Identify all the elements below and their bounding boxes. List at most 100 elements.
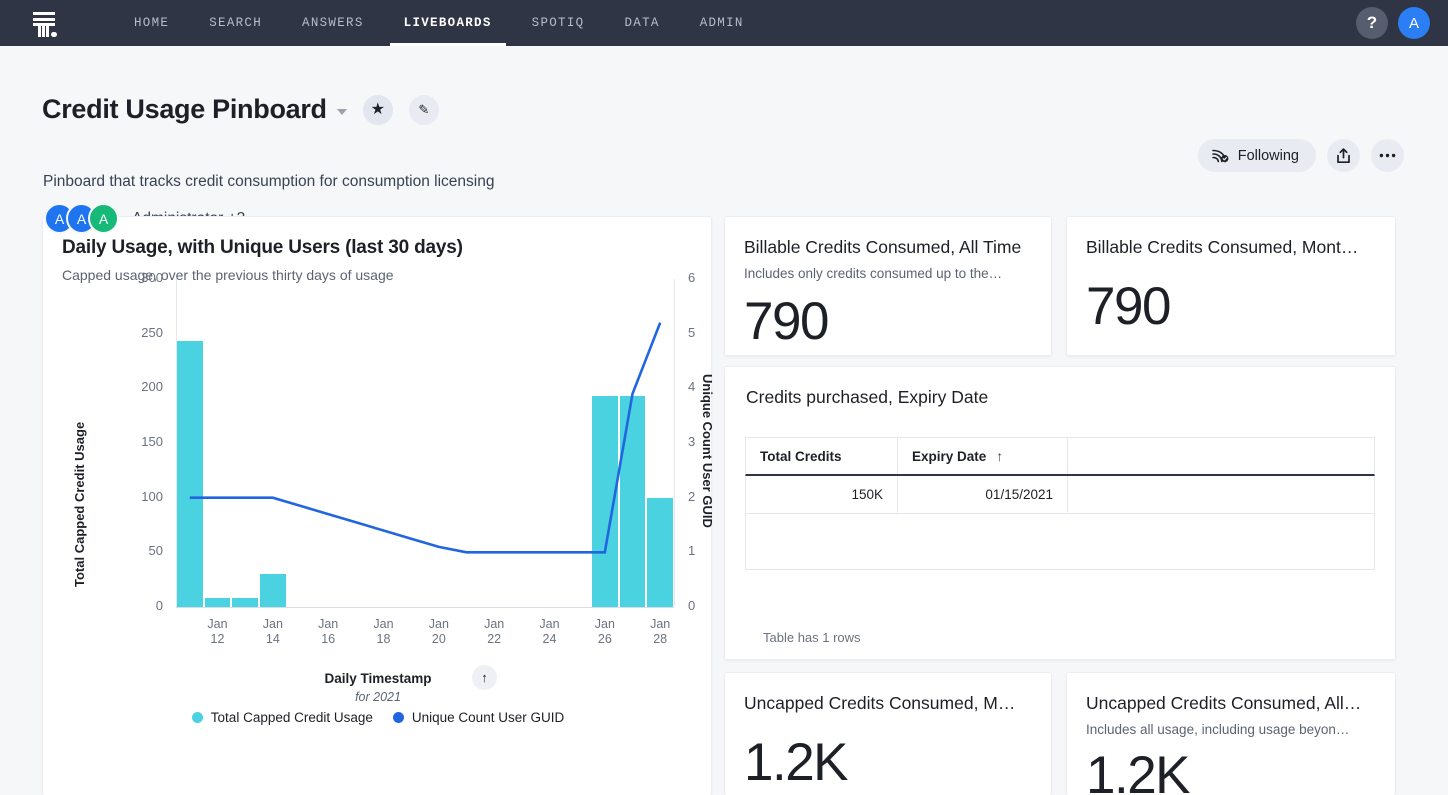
title-row: Credit Usage Pinboard ★ ✎ <box>42 94 439 125</box>
right-axis-tick: 6 <box>688 270 712 285</box>
nav-item-spotiq[interactable]: SPOTIQ <box>512 0 605 46</box>
left-axis-tick: 200 <box>101 379 163 394</box>
column-header-total-credits[interactable]: Total Credits <box>746 438 898 474</box>
chart-card-title: Daily Usage, with Unique Users (last 30 … <box>62 237 711 259</box>
left-axis-tick: 50 <box>101 543 163 558</box>
app-root: HOMESEARCHANSWERSLIVEBOARDSSPOTIQDATAADM… <box>0 0 1448 795</box>
more-options-button[interactable] <box>1371 139 1404 172</box>
bar[interactable] <box>620 396 646 607</box>
user-avatar[interactable]: A <box>1398 7 1430 39</box>
chart-legend: Total Capped Credit Usage Unique Count Us… <box>43 710 713 725</box>
column-header-empty[interactable] <box>1068 438 1374 474</box>
left-axis-tick: 100 <box>101 489 163 504</box>
left-axis-title: Total Capped Credit Usage <box>72 422 87 587</box>
kpi-card-value: 1.2K <box>1086 749 1395 795</box>
liveboard-header: Credit Usage Pinboard ★ ✎ Pinboard that … <box>0 46 1448 214</box>
legend-label: Unique Count User GUID <box>412 710 564 725</box>
chevron-down-icon[interactable] <box>337 109 347 115</box>
help-button[interactable]: ? <box>1356 7 1388 39</box>
right-axis-tick: 1 <box>688 543 712 558</box>
legend-label: Total Capped Credit Usage <box>211 710 373 725</box>
bar[interactable] <box>232 598 258 607</box>
kpi-card-value: 790 <box>744 295 1051 348</box>
nav-item-search[interactable]: SEARCH <box>189 0 282 46</box>
share-icon <box>1336 148 1351 164</box>
x-axis-tick: Jan14 <box>251 617 295 647</box>
left-axis-tick: 250 <box>101 325 163 340</box>
x-axis-tick: Jan26 <box>583 617 627 647</box>
kpi-card-billable-all-time[interactable]: Billable Credits Consumed, All Time Incl… <box>724 216 1052 356</box>
right-axis-title: Unique Count User GUID <box>700 374 715 528</box>
nav-item-data[interactable]: DATA <box>604 0 679 46</box>
following-icon <box>1212 148 1229 163</box>
favorite-button[interactable]: ★ <box>363 95 393 125</box>
x-axis-tick-month: Jan <box>251 617 295 632</box>
table-empty-area <box>745 514 1375 570</box>
header-actions: Following <box>1198 139 1404 172</box>
star-icon: ★ <box>371 102 385 118</box>
right-axis-tick: 5 <box>688 325 712 340</box>
x-axis-sort-button[interactable]: ↑ <box>472 665 497 690</box>
x-axis-tick: Jan12 <box>196 617 240 647</box>
chart-plot-area: 050100150200250300 0123456 Total Capped … <box>43 279 713 795</box>
share-button[interactable] <box>1327 139 1360 172</box>
nav-item-home[interactable]: HOME <box>114 0 189 46</box>
bar[interactable] <box>260 574 286 607</box>
x-axis-tick-day: 20 <box>417 632 461 647</box>
column-header-expiry-date[interactable]: Expiry Date ↑ <box>898 438 1068 474</box>
x-axis-line <box>176 607 674 608</box>
x-axis-tick-month: Jan <box>417 617 461 632</box>
x-axis-tick-day: 22 <box>472 632 516 647</box>
table-header-row: Total Credits Expiry Date ↑ <box>745 437 1375 476</box>
cell-empty <box>1068 476 1374 513</box>
legend-item[interactable]: Unique Count User GUID <box>393 710 564 725</box>
nav-item-answers[interactable]: ANSWERS <box>282 0 384 46</box>
thoughtspot-logo[interactable] <box>18 0 70 46</box>
top-navigation-bar: HOMESEARCHANSWERSLIVEBOARDSSPOTIQDATAADM… <box>0 0 1448 46</box>
bar[interactable] <box>177 341 203 607</box>
line-path <box>190 323 660 553</box>
avatar[interactable]: A <box>88 203 119 234</box>
x-axis-tick-day: 12 <box>196 632 240 647</box>
kpi-card-title: Uncapped Credits Consumed, M… <box>744 693 1051 714</box>
nav-right-actions: ? A <box>1356 0 1430 46</box>
left-axis-line <box>176 279 177 607</box>
left-axis-tick: 150 <box>101 434 163 449</box>
nav-item-admin[interactable]: ADMIN <box>680 0 764 46</box>
right-axis-line <box>674 279 675 607</box>
x-axis-tick-month: Jan <box>638 617 682 632</box>
legend-item[interactable]: Total Capped Credit Usage <box>192 710 373 725</box>
x-axis-tick-month: Jan <box>472 617 516 632</box>
nav-item-liveboards[interactable]: LIVEBOARDS <box>384 0 512 46</box>
kpi-card-title: Billable Credits Consumed, Mont… <box>1086 237 1395 258</box>
table-card-title: Credits purchased, Expiry Date <box>746 387 1395 408</box>
table-row-count: Table has 1 rows <box>763 630 861 645</box>
kpi-card-billable-monthly[interactable]: Billable Credits Consumed, Mont… 790 <box>1066 216 1396 356</box>
bar[interactable] <box>592 396 618 607</box>
x-axis-tick-month: Jan <box>196 617 240 632</box>
x-axis-tick-day: 26 <box>583 632 627 647</box>
chart-card-daily-usage[interactable]: Daily Usage, with Unique Users (last 30 … <box>42 216 712 795</box>
more-horizontal-icon <box>1379 153 1396 158</box>
x-axis-tick: Jan20 <box>417 617 461 647</box>
following-label: Following <box>1238 148 1299 164</box>
edit-button[interactable]: ✎ <box>409 95 439 125</box>
x-axis-tick-month: Jan <box>528 617 572 632</box>
kpi-card-uncapped-monthly[interactable]: Uncapped Credits Consumed, M… 1.2K <box>724 672 1052 795</box>
cell-expiry-date: 01/15/2021 <box>898 476 1068 513</box>
kpi-card-value: 790 <box>1086 280 1395 333</box>
x-axis-tick: Jan22 <box>472 617 516 647</box>
following-button[interactable]: Following <box>1198 139 1316 172</box>
kpi-card-uncapped-all-time[interactable]: Uncapped Credits Consumed, All… Includes… <box>1066 672 1396 795</box>
left-axis-tick: 300 <box>101 270 163 285</box>
bar[interactable] <box>647 498 673 607</box>
kpi-card-value: 1.2K <box>744 736 1051 789</box>
x-axis-tick-day: 28 <box>638 632 682 647</box>
table-card-credits-purchased[interactable]: Credits purchased, Expiry Date Total Cre… <box>724 366 1396 660</box>
x-axis-tick-month: Jan <box>583 617 627 632</box>
x-axis-tick-month: Jan <box>362 617 406 632</box>
page-description: Pinboard that tracks credit consumption … <box>43 173 494 191</box>
bar[interactable] <box>205 598 231 607</box>
table-row[interactable]: 150K 01/15/2021 <box>745 476 1375 514</box>
sort-ascending-icon: ↑ <box>996 448 1003 464</box>
